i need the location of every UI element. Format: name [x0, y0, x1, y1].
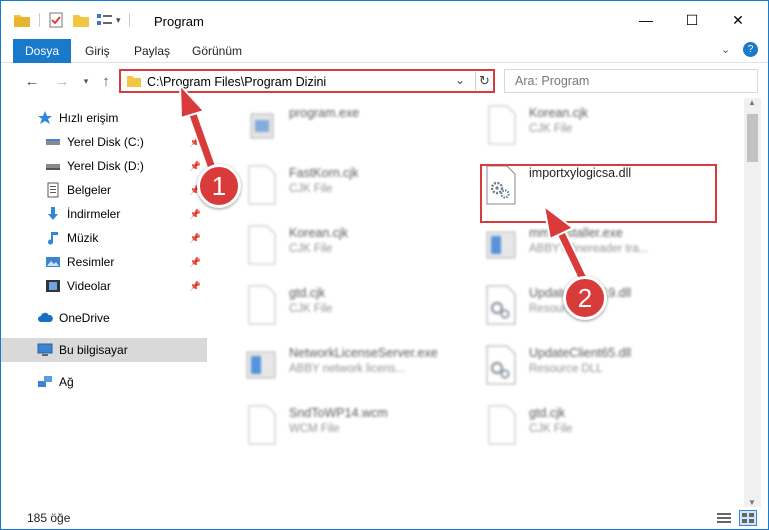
step-1-badge: 1 [197, 164, 241, 208]
annotation-arrows [178, 82, 590, 287]
explorer-window: ▾ Program — ☐ ✕ Dosya Giriş Paylaş Görün… [0, 0, 769, 530]
step-2-badge: 2 [563, 276, 607, 320]
arrow-2 [542, 203, 590, 287]
arrow-1 [178, 82, 219, 177]
